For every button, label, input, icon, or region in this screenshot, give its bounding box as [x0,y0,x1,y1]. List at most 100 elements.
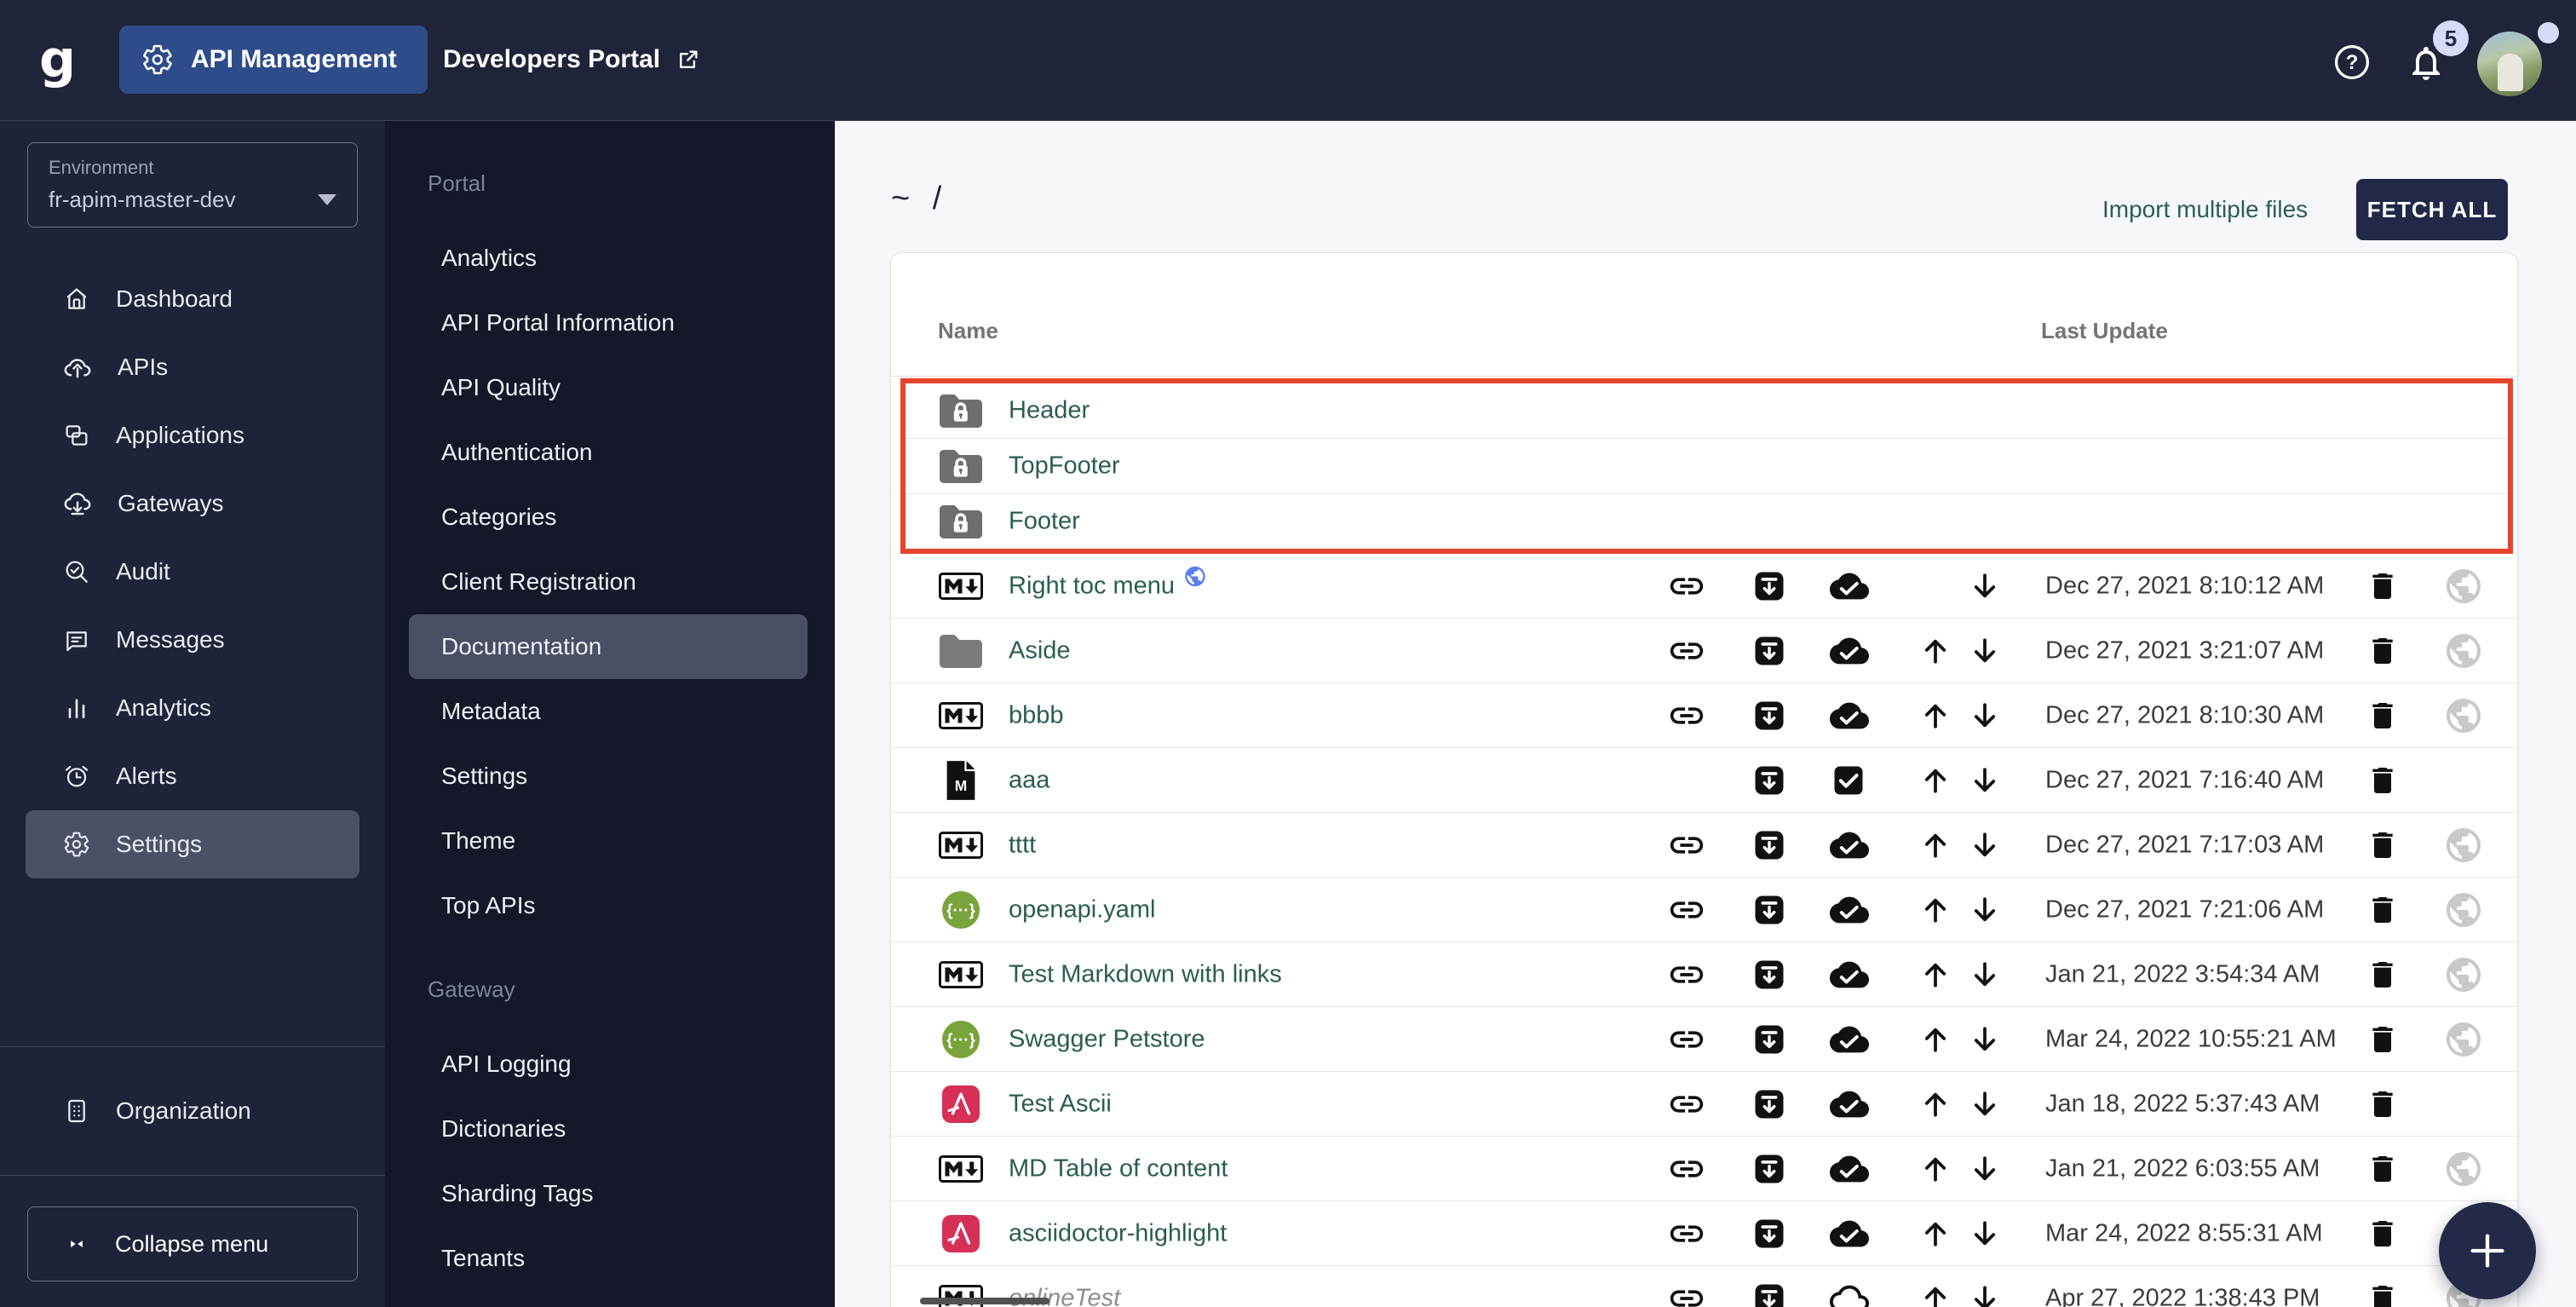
save-icon[interactable] [1751,697,1788,734]
page-name-link[interactable]: TopFooter [1009,452,1120,481]
move-up-icon[interactable] [1920,1089,1951,1120]
trash-icon[interactable] [2366,634,2400,668]
move-up-icon[interactable] [1920,1024,1951,1055]
fetch-all-button[interactable]: FETCH ALL [2356,179,2508,240]
link-icon[interactable] [1667,890,1706,930]
move-down-icon[interactable] [1969,1218,2000,1249]
save-icon[interactable] [1751,1150,1788,1188]
page-name-link[interactable]: Test Markdown with links [1009,960,1282,988]
trash-icon[interactable] [2366,1087,2400,1121]
globe-icon[interactable] [2443,954,2484,995]
horizontal-scrollbar-thumb[interactable] [920,1298,1049,1304]
page-name-link[interactable]: Swagger Petstore [1009,1025,1205,1053]
page-name-link[interactable]: Test Ascii [1009,1090,1112,1118]
globe-icon[interactable] [2443,566,2484,607]
settings-nav-item-sharding-tags[interactable]: Sharding Tags [385,1161,835,1226]
move-down-icon[interactable] [1969,1154,2000,1184]
page-name-link[interactable]: tttt [1009,831,1036,859]
move-up-icon[interactable] [1920,1218,1951,1249]
page-name-link[interactable]: Right toc menu [1009,572,1175,600]
published-cloud-icon[interactable] [1830,1085,1869,1124]
sidebar-item-dashboard[interactable]: Dashboard [26,265,359,333]
save-icon[interactable] [1751,1280,1788,1307]
page-name-link[interactable]: MD Table of content [1009,1154,1228,1183]
move-down-icon[interactable] [1969,1024,2000,1055]
trash-icon[interactable] [2366,828,2400,862]
published-cloud-icon[interactable] [1830,1214,1869,1253]
save-icon[interactable] [1751,1215,1788,1252]
settings-nav-item-api-logging[interactable]: API Logging [385,1032,835,1097]
settings-nav-item-api-quality[interactable]: API Quality [385,355,835,420]
save-icon[interactable] [1751,632,1788,670]
sidebar-item-settings[interactable]: Settings [26,810,359,878]
settings-nav-item-documentation[interactable]: Documentation [409,614,808,679]
collapse-menu-button[interactable]: Collapse menu [27,1206,358,1281]
published-check-icon[interactable] [1830,762,1867,799]
api-management-button[interactable]: API Management [119,26,428,94]
published-cloud-icon[interactable] [1830,1020,1869,1059]
settings-nav-item-analytics[interactable]: Analytics [385,226,835,291]
page-name-link[interactable]: Footer [1009,508,1080,536]
page-name-link[interactable]: aaa [1009,766,1049,794]
move-up-icon[interactable] [1920,636,1951,666]
environment-selector[interactable]: Environment fr-apim-master-dev [27,142,358,227]
published-cloud-icon[interactable] [1830,955,1869,994]
save-icon[interactable] [1751,762,1788,799]
gravitee-logo[interactable]: g [39,26,76,94]
save-icon[interactable] [1751,826,1788,864]
move-down-icon[interactable] [1969,895,2000,925]
link-icon[interactable] [1667,955,1706,994]
globe-icon[interactable] [2443,1149,2484,1189]
settings-nav-item-theme[interactable]: Theme [385,809,835,873]
move-down-icon[interactable] [1969,765,2000,796]
link-icon[interactable] [1667,1149,1706,1189]
link-icon[interactable] [1667,1214,1706,1253]
move-up-icon[interactable] [1920,895,1951,925]
import-multiple-files-link[interactable]: Import multiple files [2102,196,2308,223]
published-cloud-icon[interactable] [1830,1149,1869,1189]
settings-nav-item-settings[interactable]: Settings [385,744,835,809]
sidebar-item-audit[interactable]: Audit [26,538,359,606]
move-down-icon[interactable] [1969,1283,2000,1307]
settings-nav-item-top-apis[interactable]: Top APIs [385,873,835,938]
link-icon[interactable] [1667,1085,1706,1124]
link-icon[interactable] [1667,631,1706,671]
sidebar-item-applications[interactable]: Applications [26,401,359,469]
help-button[interactable]: ? [2332,43,2372,82]
settings-nav-item-authentication[interactable]: Authentication [385,420,835,485]
link-icon[interactable] [1667,696,1706,735]
trash-icon[interactable] [2366,569,2400,603]
link-icon[interactable] [1667,567,1706,606]
save-icon[interactable] [1751,567,1788,605]
settings-nav-item-api-portal-information[interactable]: API Portal Information [385,291,835,355]
trash-icon[interactable] [2366,958,2400,992]
move-up-icon[interactable] [1920,765,1951,796]
page-name-link[interactable]: asciidoctor-highlight [1009,1219,1227,1247]
trash-icon[interactable] [2366,1281,2400,1307]
page-name-link[interactable]: Header [1009,397,1090,425]
save-icon[interactable] [1751,1085,1788,1123]
settings-nav-item-dictionaries[interactable]: Dictionaries [385,1097,835,1161]
unpublished-cloud-icon[interactable] [1830,1279,1869,1307]
settings-nav-item-client-registration[interactable]: Client Registration [385,550,835,614]
page-name-link[interactable]: bbbb [1009,701,1064,729]
link-icon[interactable] [1667,826,1706,865]
globe-icon[interactable] [2443,1019,2484,1060]
move-down-icon[interactable] [1969,571,2000,602]
globe-icon[interactable] [2443,890,2484,930]
move-up-icon[interactable] [1920,1283,1951,1307]
trash-icon[interactable] [2366,699,2400,733]
move-up-icon[interactable] [1920,700,1951,731]
globe-icon[interactable] [2443,630,2484,671]
link-icon[interactable] [1667,1279,1706,1307]
sidebar-item-analytics[interactable]: Analytics [26,674,359,742]
sidebar-item-gateways[interactable]: Gateways [26,469,359,538]
published-cloud-icon[interactable] [1830,567,1869,606]
move-up-icon[interactable] [1920,1154,1951,1184]
link-icon[interactable] [1667,1020,1706,1059]
move-down-icon[interactable] [1969,700,2000,731]
breadcrumb[interactable]: ~ / [891,181,948,217]
published-cloud-icon[interactable] [1830,696,1869,735]
save-icon[interactable] [1751,1021,1788,1058]
trash-icon[interactable] [2366,893,2400,927]
